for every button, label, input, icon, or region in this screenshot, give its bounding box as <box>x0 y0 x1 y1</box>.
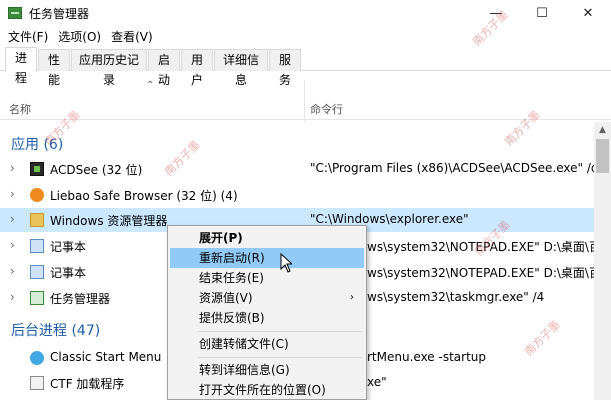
ctf-icon <box>30 376 44 390</box>
taskmgr-icon <box>30 291 44 305</box>
tab-app-history[interactable]: 应用历史记录 <box>71 49 147 87</box>
chevron-right-icon[interactable]: › <box>10 212 15 226</box>
process-row[interactable]: › ACDSee (32 位) "C:\Program Files (x86)\… <box>0 157 594 181</box>
process-name: 记事本 <box>50 266 87 280</box>
notepad-icon <box>30 239 44 253</box>
tab-bar: 进程 性能 应用历史记录 启动 用户 详细信息 服务 <box>0 47 611 87</box>
chevron-right-icon[interactable]: › <box>10 161 15 175</box>
ctx-expand[interactable]: 展开(P) <box>170 228 364 248</box>
acdsee-icon <box>30 162 44 176</box>
ctx-resource-values[interactable]: 资源值(V) › <box>170 288 364 308</box>
maximize-button[interactable]: ☐ <box>519 0 565 26</box>
process-name: 任务管理器 <box>50 292 111 306</box>
process-name: Liebao Safe Browser (32 位) (4) <box>50 189 238 203</box>
ctx-end-task[interactable]: 结束任务(E) <box>170 268 364 288</box>
ctx-open-file-location[interactable]: 打开文件所在的位置(O) <box>170 380 364 400</box>
process-name: ACDSee (32 位) <box>50 163 143 177</box>
folder-icon <box>30 213 44 227</box>
ctx-separator <box>198 357 362 358</box>
vertical-scrollbar[interactable]: ▲ <box>594 122 611 400</box>
process-command: xe" <box>367 375 387 389</box>
context-menu: 展开(P) 重新启动(R) 结束任务(E) 资源值(V) › 提供反馈(B) 创… <box>167 225 367 400</box>
title-bar: 任务管理器 — ☐ ✕ <box>0 0 611 26</box>
process-command: "C:\Windows\explorer.exe" <box>310 212 469 226</box>
menu-options[interactable]: 选项(O) <box>53 28 106 45</box>
group-background-header[interactable]: 后台进程 (47) <box>11 320 100 340</box>
notepad-icon <box>30 265 44 279</box>
chevron-right-icon[interactable]: › <box>10 290 15 304</box>
process-command: rtMenu.exe -startup <box>367 350 487 364</box>
process-name: Windows 资源管理器 <box>50 214 168 228</box>
process-name: 记事本 <box>50 240 87 254</box>
chevron-right-icon[interactable]: › <box>10 264 15 278</box>
ctx-feedback[interactable]: 提供反馈(B) <box>170 308 364 328</box>
chevron-right-icon[interactable]: › <box>10 187 15 201</box>
ctx-resource-values-label: 资源值(V) <box>199 291 253 305</box>
tab-processes[interactable]: 进程 <box>5 47 37 85</box>
scroll-up-arrow-icon[interactable]: ▲ <box>594 122 611 139</box>
process-name: CTF 加载程序 <box>50 377 125 391</box>
tab-performance[interactable]: 性能 <box>38 49 70 87</box>
process-row[interactable]: › Liebao Safe Browser (32 位) (4) <box>0 183 594 207</box>
tab-details[interactable]: 详细信息 <box>214 49 268 87</box>
tab-startup[interactable]: 启动 <box>148 49 180 87</box>
mouse-cursor-icon <box>280 253 292 273</box>
tab-users[interactable]: 用户 <box>181 49 213 87</box>
column-name-header[interactable]: 名称 <box>9 101 31 117</box>
menu-bar: 文件(F) 选项(O) 查看(V) <box>0 26 611 46</box>
window-title: 任务管理器 <box>29 6 90 21</box>
process-name: Classic Start Menu <box>50 350 162 364</box>
column-command-header[interactable]: 命令行 <box>310 101 343 117</box>
process-command: ws\system32\NOTEPAD.EXE" D:\桌面\百度经 <box>367 266 594 280</box>
ctx-go-to-details[interactable]: 转到详细信息(G) <box>170 360 364 380</box>
process-command: "C:\Program Files (x86)\ACDSee\ACDSee.ex… <box>310 161 594 175</box>
scroll-thumb[interactable] <box>596 139 609 173</box>
task-manager-icon <box>8 7 22 19</box>
menu-view[interactable]: 查看(V) <box>106 28 158 45</box>
start-menu-icon <box>30 351 44 365</box>
liebao-icon <box>30 188 44 202</box>
column-header: 名称 命令行 <box>0 96 611 120</box>
ctx-separator <box>198 331 362 332</box>
ctx-restart[interactable]: 重新启动(R) <box>170 248 364 268</box>
ctx-create-dump[interactable]: 创建转储文件(C) <box>170 334 364 354</box>
sort-ascending-icon[interactable]: ⌃ <box>146 80 154 91</box>
submenu-arrow-icon: › <box>350 292 354 303</box>
close-button[interactable]: ✕ <box>565 0 611 26</box>
menu-file[interactable]: 文件(F) <box>0 28 53 45</box>
chevron-right-icon[interactable]: › <box>10 238 15 252</box>
process-command: ws\system32\taskmgr.exe" /4 <box>367 290 545 304</box>
tab-services[interactable]: 服务 <box>269 49 301 87</box>
